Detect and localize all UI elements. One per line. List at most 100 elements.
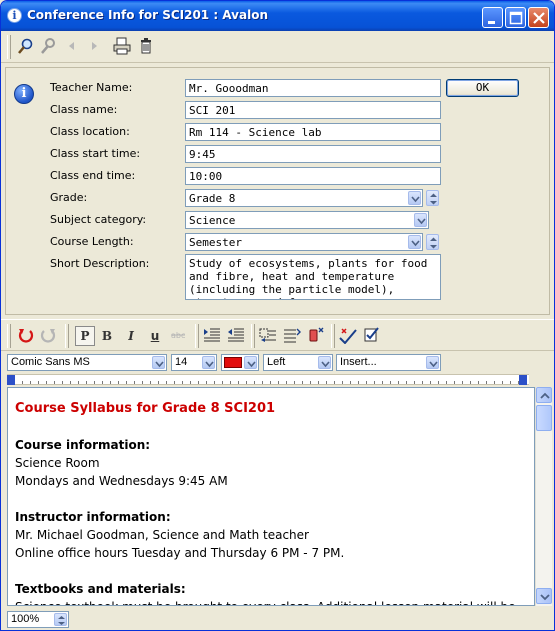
short-description-field[interactable]: Study of ecosystems, plants for food and… [185, 254, 441, 300]
left-margin-marker[interactable] [7, 375, 15, 385]
font-toolbar: Comic Sans MS 14 Left Insert... [1, 351, 554, 373]
zoom-spinner-icon[interactable] [54, 613, 67, 626]
info-icon: i [14, 84, 34, 104]
vertical-scrollbar[interactable] [535, 387, 552, 606]
subject-category-select[interactable]: Science [185, 211, 429, 229]
color-swatch [224, 357, 242, 368]
indent-icon[interactable] [203, 326, 221, 344]
trash-icon[interactable] [137, 37, 155, 55]
chevron-down-icon[interactable] [152, 356, 165, 369]
section-heading: Textbooks and materials: [15, 582, 186, 596]
section-line: Online office hours Tuesday and Thursday… [15, 546, 345, 560]
search-icon[interactable] [17, 37, 35, 55]
conference-info-form: i Teacher Name: Mr. Gooodman Class name:… [5, 67, 550, 315]
back-arrow-icon[interactable] [63, 37, 81, 55]
spell-check-icon[interactable] [339, 326, 357, 345]
tools-icon[interactable] [39, 37, 57, 55]
title-bar[interactable]: i Conference Info for SCI201 : Avalon [1, 1, 554, 31]
toolbar-separator [195, 324, 199, 348]
grade-select[interactable]: Grade 8 [185, 189, 423, 207]
spin-arrows-icon [430, 193, 437, 205]
font-size-value: 14 [175, 356, 188, 368]
maximize-button[interactable] [505, 7, 526, 28]
class-name-label: Class name: [50, 103, 118, 116]
short-description-label: Short Description: [50, 257, 150, 270]
chevron-down-icon[interactable] [244, 356, 257, 369]
rich-text-editor[interactable]: Course Syllabus for Grade 8 SCI201 Cours… [7, 387, 535, 606]
course-length-value: Semester [189, 236, 242, 249]
print-icon[interactable] [113, 37, 131, 55]
minimize-button[interactable] [482, 7, 503, 28]
list-format-icon[interactable] [283, 326, 301, 344]
font-family-value: Comic Sans MS [11, 356, 90, 368]
section-heading: Instructor information: [15, 510, 171, 524]
bold-button[interactable]: B [97, 326, 117, 346]
toolbar-grip[interactable] [7, 324, 11, 348]
chevron-down-icon[interactable] [426, 356, 439, 369]
close-button[interactable] [528, 7, 549, 28]
font-family-select[interactable]: Comic Sans MS [7, 354, 167, 371]
class-start-time-field[interactable]: 9:45 [185, 145, 441, 163]
grade-spinner[interactable] [426, 190, 439, 206]
chevron-down-icon[interactable] [408, 235, 421, 249]
alignment-value: Left [267, 356, 286, 368]
insert-value: Insert... [340, 356, 377, 368]
toolbar-separator [65, 324, 69, 348]
underline-button[interactable]: u [145, 326, 165, 346]
class-location-label: Class location: [50, 125, 130, 138]
section-line: Mondays and Wednesdays 9:45 AM [15, 474, 228, 488]
insert-table-icon[interactable] [259, 326, 277, 344]
remove-format-icon[interactable] [307, 326, 325, 344]
class-start-time-label: Class start time: [50, 147, 141, 160]
forward-arrow-icon[interactable] [85, 37, 103, 55]
chevron-down-icon[interactable] [408, 191, 421, 205]
insert-select[interactable]: Insert... [336, 354, 441, 371]
scroll-up-button[interactable] [536, 387, 552, 403]
section-heading: Course information: [15, 438, 151, 452]
info-app-icon: i [7, 8, 22, 23]
app-window: i Conference Info for SCI201 : Avalon i … [0, 0, 555, 631]
font-size-select[interactable]: 14 [171, 354, 217, 371]
scroll-down-button[interactable] [536, 588, 552, 604]
section-line: Mr. Michael Goodman, Science and Math te… [15, 528, 309, 542]
alignment-select[interactable]: Left [263, 354, 333, 371]
grade-label: Grade: [50, 191, 88, 204]
italic-button[interactable]: I [121, 326, 141, 346]
text-color-select[interactable] [221, 354, 259, 371]
grade-select-value: Grade 8 [189, 192, 236, 205]
chevron-down-icon[interactable] [414, 213, 427, 227]
ruler[interactable] [7, 374, 529, 385]
zoom-select[interactable]: 100% [7, 611, 69, 628]
zoom-value: 100% [11, 613, 40, 625]
main-toolbar [1, 31, 554, 63]
paragraph-button[interactable]: P [75, 326, 95, 346]
redo-icon[interactable] [39, 326, 57, 344]
chevron-down-icon[interactable] [202, 356, 215, 369]
checklist-icon[interactable] [363, 326, 381, 344]
class-location-field[interactable]: Rm 114 - Science lab [185, 123, 441, 141]
section-line: Science textbook must be brought to ever… [15, 598, 520, 605]
chevron-down-icon [540, 594, 550, 601]
scroll-thumb[interactable] [536, 405, 552, 431]
formatting-toolbar: P B I u abc [1, 319, 554, 351]
right-margin-marker[interactable] [519, 375, 527, 385]
undo-icon[interactable] [17, 326, 35, 344]
strikethrough-icon[interactable]: abc [169, 326, 187, 344]
toolbar-grip[interactable] [7, 35, 11, 59]
minimize-icon [488, 21, 495, 24]
teacher-name-field[interactable]: Mr. Gooodman [185, 79, 441, 97]
class-end-time-field[interactable]: 10:00 [185, 167, 441, 185]
class-end-time-label: Class end time: [50, 169, 136, 182]
status-bar: 100% [1, 608, 554, 630]
section-line: Science Room [15, 456, 100, 470]
document-title: Course Syllabus for Grade 8 SCI201 [15, 401, 276, 416]
toolbar-separator [331, 324, 335, 348]
class-name-field[interactable]: SCI 201 [185, 101, 441, 119]
course-length-spinner[interactable] [426, 234, 439, 250]
course-length-select[interactable]: Semester [185, 233, 423, 251]
subject-category-value: Science [189, 214, 236, 227]
outdent-icon[interactable] [227, 326, 245, 344]
ok-button[interactable]: OK [446, 79, 519, 97]
document-content: Course Syllabus for Grade 8 SCI201 Cours… [15, 400, 520, 605]
chevron-down-icon[interactable] [318, 356, 331, 369]
